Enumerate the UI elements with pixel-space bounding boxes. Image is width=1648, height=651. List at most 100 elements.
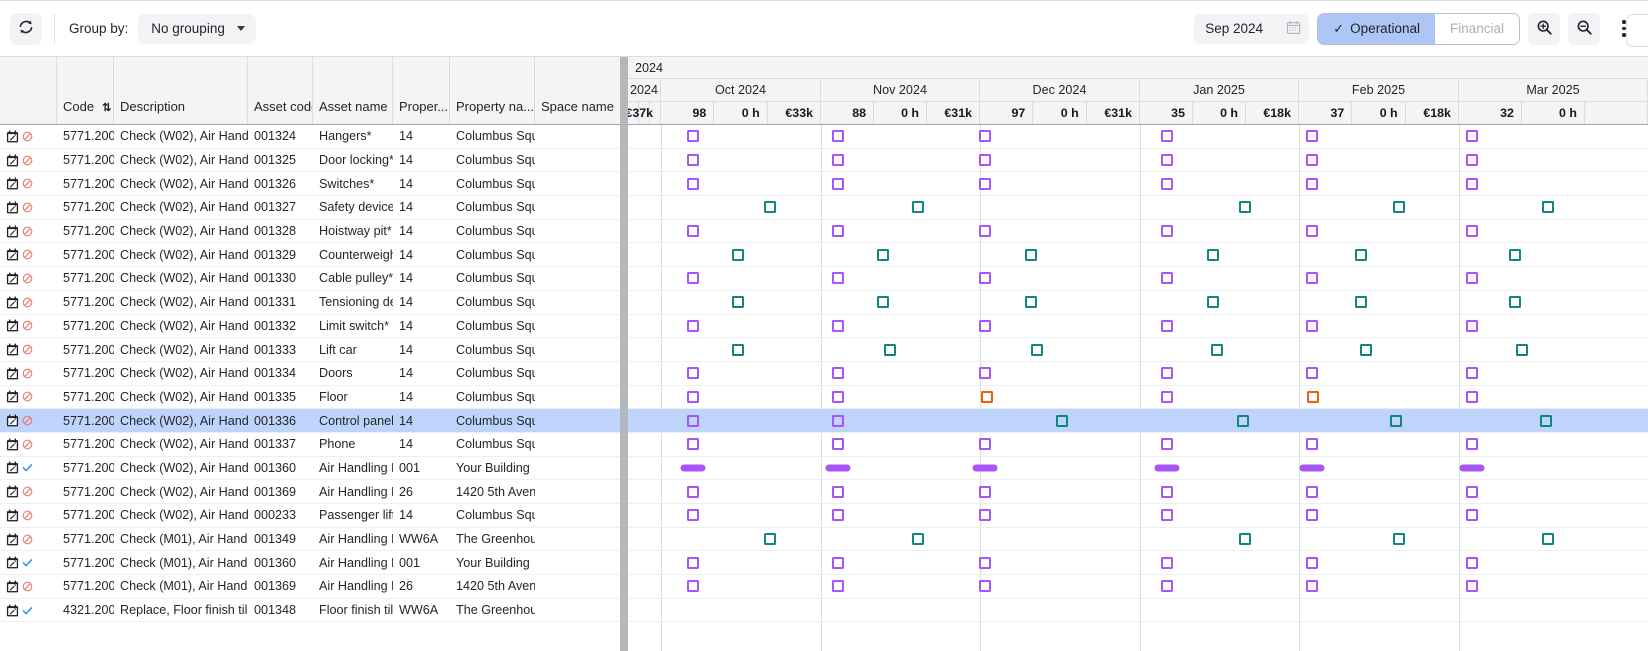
timeline-marker[interactable] (832, 438, 844, 451)
timeline-marker[interactable] (1031, 343, 1043, 356)
timeline-marker[interactable] (732, 248, 744, 261)
timeline-row[interactable] (628, 504, 1648, 528)
timeline-marker[interactable] (1466, 154, 1478, 167)
timeline-marker[interactable] (687, 154, 699, 167)
timeline-marker[interactable] (1239, 201, 1251, 214)
timeline-marker[interactable] (832, 556, 844, 569)
timeline-marker[interactable] (1306, 580, 1318, 593)
timeline-marker[interactable] (979, 485, 991, 498)
group-by-select[interactable]: No grouping (138, 13, 256, 44)
timeline-marker[interactable] (687, 580, 699, 593)
timeline-row[interactable] (628, 362, 1648, 386)
timeline-bar[interactable] (680, 464, 706, 472)
timeline-marker[interactable] (832, 130, 844, 143)
table-row[interactable]: 5771.200.B02 Check (W02), Air Handli 00133… (0, 433, 620, 457)
refresh-button[interactable] (10, 12, 42, 45)
table-row[interactable]: 5771.200.B02 Check (W02), Air Handli 00023… (0, 504, 620, 528)
table-row[interactable]: 5771.200.B02 Check (W02), Air Handli 00132… (0, 220, 620, 244)
timeline-marker[interactable] (1466, 367, 1478, 380)
timeline-marker[interactable] (884, 343, 896, 356)
timeline-marker[interactable] (979, 509, 991, 522)
timeline-row[interactable] (628, 149, 1648, 173)
timeline-marker[interactable] (1161, 438, 1173, 451)
timeline-row[interactable] (628, 196, 1648, 220)
timeline-marker[interactable] (832, 509, 844, 522)
panel-edge-button[interactable] (1626, 14, 1648, 47)
timeline-marker[interactable] (687, 414, 699, 427)
table-row[interactable]: 5771.200.B02 Check (W02), Air Handli 00132… (0, 149, 620, 173)
timeline-marker[interactable] (832, 367, 844, 380)
timeline-row[interactable] (628, 267, 1648, 291)
timeline-row[interactable] (628, 599, 1648, 623)
timeline-marker[interactable] (1509, 248, 1521, 261)
table-row[interactable]: 5771.200.B02 Check (W02), Air Handli 00136… (0, 457, 620, 481)
table-row[interactable]: 5771.200.B02 Check (W02), Air Handli 00133… (0, 267, 620, 291)
timeline-marker[interactable] (1161, 580, 1173, 593)
timeline-marker[interactable] (687, 367, 699, 380)
timeline-marker[interactable] (979, 367, 991, 380)
timeline-row[interactable] (628, 243, 1648, 268)
timeline-marker[interactable] (1161, 319, 1173, 332)
timeline-marker[interactable] (1306, 130, 1318, 143)
timeline-marker[interactable] (979, 130, 991, 143)
timeline-marker[interactable] (877, 296, 889, 309)
timeline-marker[interactable] (1307, 390, 1319, 403)
timeline-marker[interactable] (1466, 438, 1478, 451)
timeline-marker[interactable] (979, 556, 991, 569)
panel-splitter[interactable] (620, 57, 628, 651)
timeline-row[interactable] (628, 125, 1648, 149)
timeline-marker[interactable] (832, 225, 844, 238)
timeline-bar[interactable] (1154, 464, 1180, 472)
column-header-asset-code[interactable]: Asset code (248, 57, 313, 124)
timeline-marker[interactable] (832, 390, 844, 403)
timeline-marker[interactable] (832, 272, 844, 285)
timeline-marker[interactable] (687, 438, 699, 451)
timeline-row[interactable] (628, 291, 1648, 315)
timeline-marker[interactable] (1161, 367, 1173, 380)
timeline-marker[interactable] (687, 130, 699, 143)
timeline-marker[interactable] (1306, 367, 1318, 380)
timeline-marker[interactable] (1025, 248, 1037, 261)
column-header-description[interactable]: Description (114, 57, 248, 124)
timeline-marker[interactable] (687, 509, 699, 522)
timeline-marker[interactable] (1211, 343, 1223, 356)
timeline-row[interactable] (628, 338, 1648, 362)
timeline-marker[interactable] (1306, 154, 1318, 167)
timeline-marker[interactable] (832, 319, 844, 332)
timeline-row[interactable] (628, 480, 1648, 504)
timeline-marker[interactable] (1161, 485, 1173, 498)
table-row[interactable]: 5771.200.B02 Check (W02), Air Handli 00133… (0, 291, 620, 315)
table-row[interactable]: 5771.200.B02 Check (W02), Air Handli 00132… (0, 172, 620, 197)
timeline-marker[interactable] (1466, 319, 1478, 332)
timeline-marker[interactable] (1466, 556, 1478, 569)
table-row[interactable]: 5771.200.B02 Check (W02), Air Handli 00132… (0, 243, 620, 268)
timeline-marker[interactable] (1360, 343, 1372, 356)
timeline-marker[interactable] (1509, 296, 1521, 309)
timeline-marker[interactable] (687, 319, 699, 332)
timeline-marker[interactable] (1466, 509, 1478, 522)
timeline-marker[interactable] (1355, 248, 1367, 261)
timeline-bar[interactable] (1459, 464, 1485, 472)
timeline-row[interactable] (628, 433, 1648, 457)
table-row[interactable]: 5771.200.B02 Check (W02), Air Handli 00136… (0, 480, 620, 504)
timeline-marker[interactable] (1466, 390, 1478, 403)
column-header-property-name[interactable]: Property na... (450, 57, 535, 124)
column-header-code[interactable]: Code ⇅ (57, 57, 114, 124)
timeline-marker[interactable] (1306, 319, 1318, 332)
timeline-marker[interactable] (1466, 272, 1478, 285)
timeline-marker[interactable] (832, 154, 844, 167)
timeline-marker[interactable] (1306, 438, 1318, 451)
timeline-marker[interactable] (979, 580, 991, 593)
timeline-marker[interactable] (687, 390, 699, 403)
table-row[interactable]: 5771.200.B02 Check (W02), Air Handli 00133… (0, 386, 620, 410)
timeline-marker[interactable] (832, 177, 844, 190)
timeline-marker[interactable] (1393, 533, 1405, 546)
timeline-marker[interactable] (1542, 201, 1554, 214)
timeline-marker[interactable] (912, 533, 924, 546)
table-row[interactable]: 4321.200.L01 Replace, Floor finish tili 00… (0, 599, 620, 623)
zoom-in-button[interactable] (1528, 12, 1560, 45)
timeline-marker[interactable] (1516, 343, 1528, 356)
timeline-marker[interactable] (979, 438, 991, 451)
table-row[interactable]: 5771.200.B01 Check (M01), Air Handli 00136… (0, 575, 620, 599)
timeline-marker[interactable] (1161, 130, 1173, 143)
